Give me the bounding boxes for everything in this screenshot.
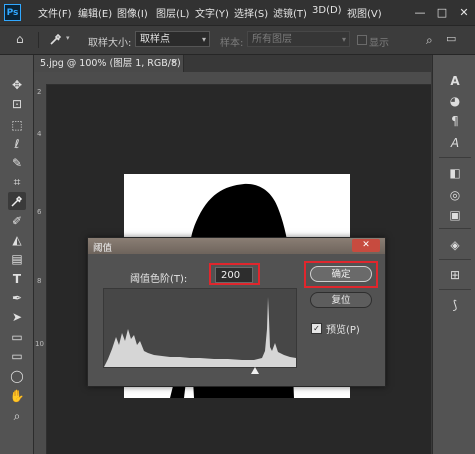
histogram [103,288,297,368]
ellipse-icon[interactable]: ◯ [8,367,26,385]
gradient-icon[interactable]: ▤ [8,250,26,268]
menu-edit[interactable]: 编辑(E) [78,5,112,20]
close-icon[interactable]: ✕ [352,239,380,252]
sample-select[interactable]: 所有图层 ▾ [247,31,350,47]
minimize-button[interactable]: — [409,0,431,25]
move-icon[interactable]: ✥ [8,76,26,94]
window-controls: — □ ✕ [409,0,475,25]
dialog-titlebar[interactable]: 阈值 ✕ [88,238,385,254]
threshold-dialog: 阈值 ✕ 阈值色阶(T): 200 确定 复位 ✓ 预览(P) [87,237,386,387]
menu-layer[interactable]: 图层(L) [156,5,189,20]
chevron-down-icon: ▾ [341,35,346,44]
show-ring-checkbox[interactable] [357,35,367,45]
panel-dock: A ◕ ¶ A ◧ ◎ ▣ ◈ ⊞ ⟆ [432,55,475,454]
eyedropper-tool-preset-icon[interactable] [48,31,64,47]
menu-3d[interactable]: 3D(D) [312,5,342,16]
sample-value: 所有图层 [252,34,292,45]
histogram-graph [104,297,296,367]
path-select-icon[interactable]: ➤ [8,308,26,326]
divider [439,259,471,260]
paths-icon[interactable]: ⟆ [447,297,463,313]
workspace-icon[interactable]: ▭ [446,32,456,45]
brush-icon[interactable]: ✐ [8,212,26,230]
document-tab-title: 5.jpg @ 100% (图层 1, RGB/8) * [40,58,189,69]
close-icon[interactable]: ✕ [170,55,178,72]
reset-button[interactable]: 复位 [310,292,372,308]
ruler-number: 4 [37,130,42,138]
document-tab[interactable]: 5.jpg @ 100% (图层 1, RGB/8) * ✕ [34,55,189,72]
threshold-slider-handle[interactable] [251,367,260,374]
channels-icon[interactable]: ⊞ [447,267,463,283]
libraries-icon[interactable]: ◎ [447,187,463,203]
menu-view[interactable]: 视图(V) [347,5,382,20]
threshold-level-input[interactable]: 200 [215,267,253,283]
ruler-number: 10 [35,340,44,348]
sample-size-value: 取样点 [140,34,170,45]
divider [38,32,39,48]
eyedropper-icon[interactable] [8,192,26,210]
marquee-icon[interactable]: ⬚ [8,116,26,134]
eraser-icon[interactable]: ◭ [8,231,26,249]
menu-type[interactable]: 文字(Y) [195,5,229,20]
tab-strip [184,55,431,72]
close-window-button[interactable]: ✕ [453,0,475,25]
search-icon[interactable]: ⌕ [426,33,433,48]
crop-icon[interactable]: ⌗ [8,173,26,191]
menu-file[interactable]: 文件(F) [38,5,72,20]
pen-icon[interactable]: ✒ [8,289,26,307]
color-icon[interactable]: ◕ [447,93,463,109]
tools-panel: ✥ ⊡ ⬚ ℓ ✎ ⌗ ✐ ◭ ▤ T ✒ ➤ ▭ ▭ ◯ ✋ ⌕ [0,55,34,454]
quick-select-icon[interactable]: ✎ [8,154,26,172]
hand-icon[interactable]: ✋ [8,387,26,405]
preview-checkbox[interactable]: ✓ [311,323,322,334]
options-bar: ⌂ ▾ 取样大小: 取样点 ▾ 样本: 所有图层 ▾ 显示 ⌕ ▭ [0,26,475,55]
glyphs-icon[interactable]: A [447,135,463,151]
menu-image[interactable]: 图像(I) [117,5,148,20]
menu-filter[interactable]: 滤镜(T) [273,5,307,20]
divider [439,228,471,229]
chevron-down-icon: ▾ [201,35,206,44]
rectangle-icon[interactable]: ▭ [8,328,26,346]
chevron-down-icon[interactable]: ▾ [66,34,70,42]
menu-select[interactable]: 选择(S) [234,5,268,20]
paragraph-icon[interactable]: ¶ [447,113,463,129]
artboard-icon[interactable]: ⊡ [8,95,26,113]
threshold-level-label: 阈值色阶(T): [130,274,188,285]
preview-label: 预览(P) [326,325,360,336]
ruler-number: 8 [37,277,42,285]
sample-label: 样本: [220,38,244,49]
character-icon[interactable]: A [447,73,463,89]
zoom-icon[interactable]: ⌕ [8,407,26,425]
ok-button[interactable]: 确定 [310,266,372,282]
show-ring-label: 显示 [369,38,389,49]
menu-bar: Ps 文件(F) 编辑(E) 图像(I) 图层(L) 文字(Y) 选择(S) 滤… [0,0,475,26]
maximize-button[interactable]: □ [431,0,453,25]
ruler-number: 6 [37,208,42,216]
adjustments-icon[interactable]: ◧ [447,165,463,181]
home-icon[interactable]: ⌂ [16,32,24,46]
properties-icon[interactable]: ▣ [447,207,463,223]
ruler-horizontal [34,72,431,85]
divider [439,289,471,290]
ruler-vertical: 2 4 6 8 10 [34,84,47,454]
photoshop-logo: Ps [4,4,21,21]
layers-icon[interactable]: ◈ [447,237,463,253]
ruler-number: 2 [37,88,42,96]
dialog-title: 阈值 [93,243,113,254]
sample-size-label: 取样大小: [88,38,132,49]
type-icon[interactable]: T [8,270,26,288]
rectangle-icon[interactable]: ▭ [8,347,26,365]
divider [439,157,471,158]
sample-size-select[interactable]: 取样点 ▾ [135,31,210,47]
lasso-icon[interactable]: ℓ [8,135,26,153]
